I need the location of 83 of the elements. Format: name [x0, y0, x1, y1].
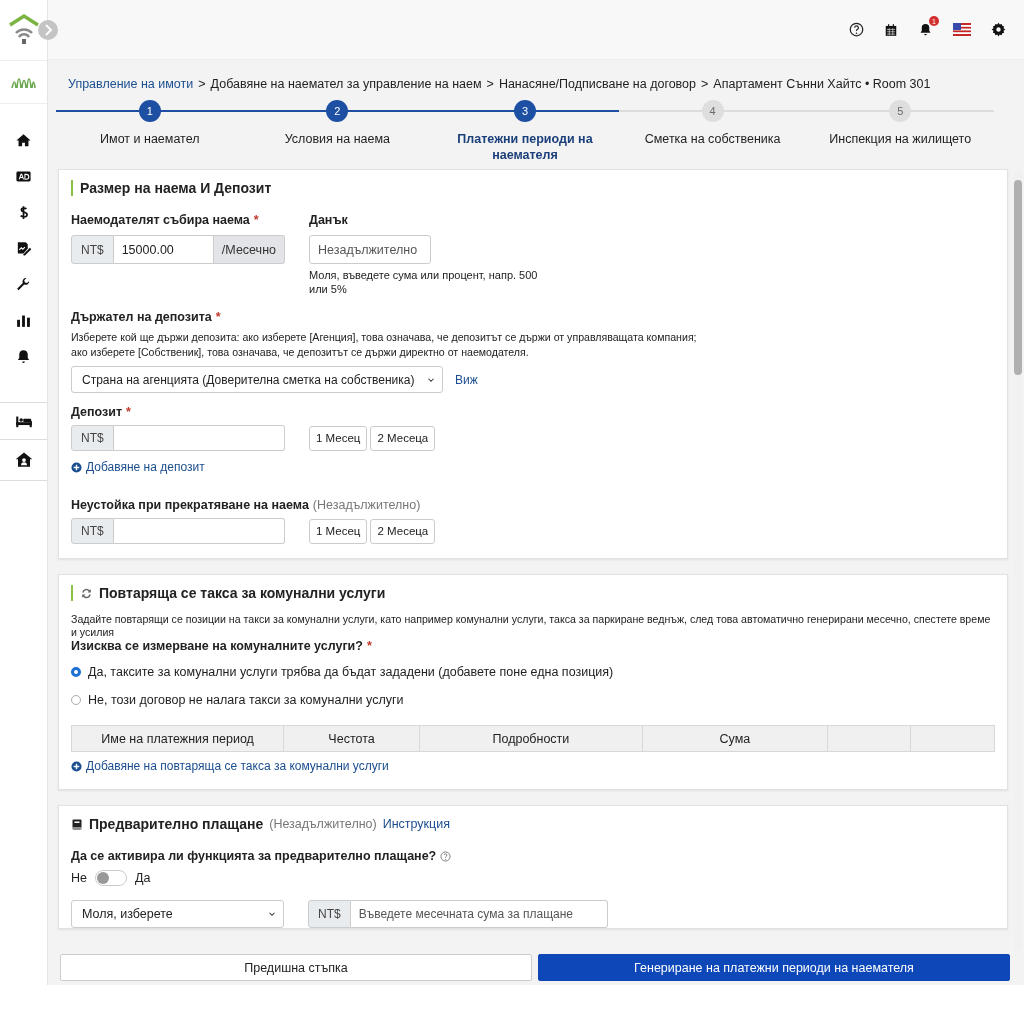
house-wifi-logo-icon: [6, 13, 41, 47]
breadcrumb-item: Добавяне на наемател за управление на наем: [210, 77, 482, 91]
column-header: Име на платежния период: [71, 725, 284, 752]
step-label: Сметка на собственика: [644, 131, 781, 147]
hint-text: Моля, въведете сума или процент, напр. 500 или 5%: [309, 268, 539, 296]
breadcrumb-separator: >: [701, 77, 709, 91]
instructions-link[interactable]: Инструкция: [382, 817, 450, 831]
add-deposit-link[interactable]: Добавяне на депозит: [71, 460, 995, 474]
document-pen-icon[interactable]: [15, 239, 32, 257]
currency-prefix: NT$: [71, 425, 114, 451]
bell-icon[interactable]: [15, 347, 32, 365]
period-dropdown[interactable]: Моля, изберете: [71, 900, 284, 928]
house-person-icon[interactable]: [14, 451, 33, 469]
deposit-holder-dropdown[interactable]: Страна на агенцията (Доверителна сметка на собственика): [71, 366, 443, 393]
add-utility-fee-link[interactable]: Добавяне на повтаряща се такса за комунални услуги: [71, 759, 995, 773]
step-number: 4: [701, 100, 724, 122]
toggle-switch[interactable]: [95, 870, 127, 886]
column-header: Сума: [642, 725, 828, 752]
description-text: Задайте повтарящи се позиции на такси за комунални услуги, като например комунални услуги, такса за паркиране веднъж, след това автоматично генерирани месечно, спестете време и усилия: [71, 613, 992, 639]
required-mark: *: [215, 310, 221, 324]
month-button[interactable]: 1 Месец: [309, 518, 368, 544]
penalty-input[interactable]: [113, 518, 285, 544]
amount-input[interactable]: Въведете месечната сума за плащане: [350, 900, 608, 928]
field-label: Неустойка при прекратяване на наема: [71, 498, 309, 512]
radio-option[interactable]: Не, този договор не налага такси за комунални услуги: [71, 693, 995, 707]
plus-circle-icon: [71, 461, 82, 473]
field-label: Изисква се измерване на комуналните услуги?: [71, 639, 363, 653]
field-label: Наемодателят събира наема: [71, 213, 250, 227]
settings-icon[interactable]: [991, 22, 1006, 37]
field-label: Депозит: [71, 405, 123, 419]
section-title: Предварително плащане: [89, 816, 264, 832]
plus-circle-icon: [71, 760, 82, 772]
optional-note: (Незадължително): [269, 817, 377, 831]
step-number: 1: [138, 100, 161, 122]
currency-prefix: NT$: [71, 518, 114, 544]
bell-icon[interactable]: [918, 22, 933, 37]
optional-note: (Незадължително): [312, 498, 421, 512]
month-button[interactable]: 2 Месеца: [370, 518, 436, 544]
step-label: Платежни периоди на наемателя: [456, 131, 594, 163]
step-label: Условия на наема: [284, 131, 391, 147]
section-title: Размер на наема И Депозит: [80, 180, 272, 196]
breadcrumb-item: Апартамент Сънни Хайтс • Room 301: [713, 77, 931, 91]
currency-prefix: NT$: [308, 900, 351, 928]
generate-periods-button[interactable]: Генериране на платежни периоди на наемателя: [538, 954, 1010, 981]
breadcrumb-link[interactable]: Управление на имоти: [68, 77, 194, 91]
required-mark: *: [126, 405, 131, 419]
toggle-label: Да: [135, 871, 151, 885]
step-number: 5: [889, 100, 912, 122]
breadcrumb-separator: >: [486, 77, 494, 91]
wrench-icon[interactable]: [15, 275, 32, 293]
column-header: Честота: [283, 725, 420, 752]
radio-button[interactable]: [71, 695, 81, 705]
step-label: Имот и наемател: [100, 131, 200, 147]
tax-input[interactable]: Незадължително: [309, 235, 431, 264]
rent-input[interactable]: 15000.00: [113, 235, 214, 264]
step-number: 2: [326, 100, 349, 122]
refresh-icon: [80, 586, 93, 600]
step-number: 3: [514, 100, 536, 122]
month-button[interactable]: 2 Месеца: [370, 425, 436, 451]
required-mark: *: [366, 639, 372, 653]
required-mark: *: [253, 213, 259, 227]
description-text: Изберете кой ще държи депозита: ако изберете [Агенция], това означава, че депозитът се държи от управляващата компания; ако изберете [Собственик], това означава, че депозитът се държи директно от наемодателя.: [71, 330, 698, 360]
section-title: Повтаряща се такса за комунални услуги: [99, 585, 386, 601]
field-label: Да се активира ли функцията за предварително плащане?: [71, 849, 437, 863]
help-icon[interactable]: [849, 22, 864, 37]
unit-suffix: /Месечно: [213, 235, 285, 264]
step-label: Инспекция на жилището: [829, 131, 972, 147]
column-header: Подробности: [419, 725, 643, 752]
home-icon[interactable]: [15, 131, 32, 149]
view-link[interactable]: Виж: [455, 372, 478, 387]
previous-step-button[interactable]: Предишна стъпка: [60, 954, 532, 981]
radio-button[interactable]: [71, 667, 81, 677]
breadcrumb-separator: >: [198, 77, 206, 91]
deposit-input[interactable]: [113, 425, 285, 451]
calendar-icon[interactable]: [884, 22, 898, 37]
breadcrumb-item: Нанасяне/Подписване на договор: [498, 77, 697, 91]
currency-prefix: NT$: [71, 235, 114, 264]
field-label: Данък: [309, 213, 348, 227]
radio-option[interactable]: Да, таксите за комунални услуги трябва да бъдат зададени (добавете поне една позиция): [71, 665, 995, 679]
flag-icon[interactable]: [953, 23, 971, 36]
month-button[interactable]: 1 Месец: [309, 425, 368, 451]
toggle-label: Не: [71, 871, 87, 885]
field-label: Държател на депозита: [71, 310, 212, 324]
